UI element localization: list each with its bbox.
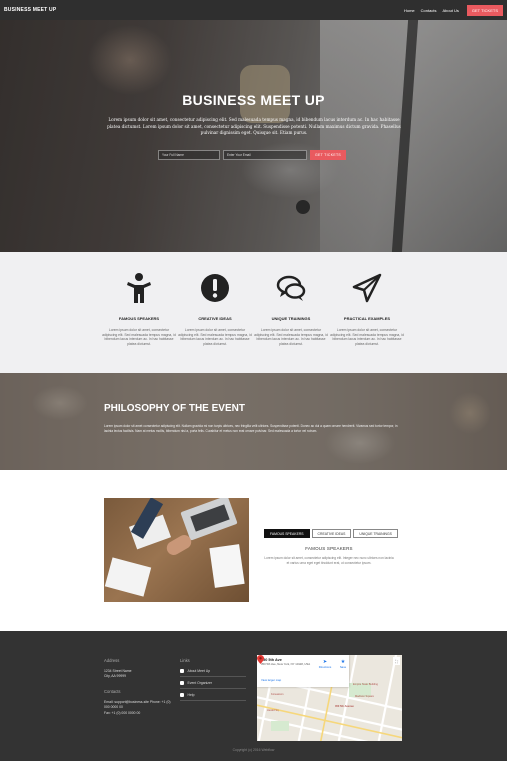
footer-link-help[interactable]: Help [180,690,246,701]
map-pin-icon [257,655,264,664]
email-input[interactable]: Enter Your Email [223,150,307,160]
feature-text: Lorem ipsum dolor sit amet, consectetur … [178,328,252,346]
photo-paper [209,544,245,588]
name-input[interactable]: Your Full Name [158,150,220,160]
map-info-card: 350 5th Ave 350 5th Ave, New York, NY 10… [257,655,349,687]
map-larger-link[interactable]: View larger map [261,678,281,682]
contacts-heading: Contacts [104,689,121,694]
chat-bubbles-icon [276,275,306,301]
square-bullet-icon [180,681,184,685]
map-label: Herald Sq [267,709,279,712]
feature-title: CREATIVE IDEAS [198,316,232,321]
footer-link-about[interactable]: About Meet Up [180,666,246,677]
footer: Address 1234 Street Name City, AA 99999 … [0,631,507,761]
feature-title: FAMOUS SPEAKERS [118,316,160,321]
photo-paper [104,557,152,597]
hero-signup-form: Your Full Name Enter Your Email GET TICK… [158,150,346,160]
hero-get-tickets-button[interactable]: GET TICKETS [310,150,346,160]
nav-link-home[interactable]: Home [404,8,415,13]
address-heading: Address [104,658,120,663]
tab-creative-ideas[interactable]: CREATIVE IDEAS [311,529,352,538]
address-line: City, AA 99999 [104,674,126,678]
hero-description: Lorem ipsum dolor sit amet, consectetur … [107,117,401,136]
paper-plane-icon [352,273,382,303]
features-section: FAMOUS SPEAKERS Lorem ipsum dolor sit am… [0,252,507,373]
hero-content: BUSINESS MEET UP Lorem ipsum dolor sit a… [0,20,507,252]
person-icon [127,273,151,303]
copyright-text: Copyright (c) 2016 Webflow [232,748,275,752]
square-bullet-icon [180,669,184,673]
tab-panel-text: Lorem ipsum dolor sit amet, consectetur … [264,556,394,565]
tab-list: FAMOUS SPEAKERS CREATIVE IDEAS UNIQUE TR… [264,529,398,538]
contact-line: Fax: +1 (0) 000 0000 00 [104,711,141,715]
philosophy-text: Lorem ipsum dolor sit amet consectetur a… [104,424,398,433]
feature-title: PRACTICAL EXAMPLES [343,316,391,321]
hero-title: BUSINESS MEET UP [182,92,325,108]
map-label: 350 5th Avenue [335,705,354,708]
links-heading: Links [180,658,190,663]
top-nav: BUSINESS MEET UP Home Contacts About Us … [0,0,507,20]
contact-line: Email: support@business-site Phone: +1 (… [104,700,171,709]
hero-section: BUSINESS MEET UP Lorem ipsum dolor sit a… [0,20,507,252]
footer-link-label: Help [187,693,195,697]
map-directions-button[interactable]: ➤ Directions [315,659,335,669]
map-label: Koreatown [271,693,284,696]
brand-logo[interactable]: BUSINESS MEET UP [4,7,56,13]
map-action-label: Directions [318,665,332,669]
meeting-photo [104,498,249,602]
nav-link-about[interactable]: About Us [442,8,458,13]
feature-title: UNIQUE TRAININGS [271,316,311,321]
map-fullscreen-icon[interactable]: ⛶ [393,657,400,665]
philosophy-section: PHILOSOPHY OF THE EVENT Lorem ipsum dolo… [0,373,507,470]
footer-link-organizer[interactable]: Event Organizer [180,678,246,689]
philosophy-overlay [0,373,507,470]
feature-text: Lorem ipsum dolor sit amet, consectetur … [330,328,404,346]
map-label: Madison Square [355,695,374,698]
footer-link-label: About Meet Up [187,669,211,673]
map-label: Empire State Building [353,683,378,686]
tab-famous-speakers[interactable]: FAMOUS SPEAKERS [264,529,310,538]
footer-link-label: Event Organizer [187,681,213,685]
nav-link-contacts[interactable]: Contacts [421,8,437,13]
tab-panel-title: FAMOUS SPEAKERS [305,546,353,551]
feature-text: Lorem ipsum dolor sit amet, consectetur … [254,328,328,346]
tab-unique-trainings[interactable]: UNIQUE TRAININGS [353,529,398,538]
square-bullet-icon [180,693,184,697]
map-action-label: Save [339,665,347,669]
nav-links: Home Contacts About Us GET TICKETS [404,4,503,16]
philosophy-title: PHILOSOPHY OF THE EVENT [104,403,245,414]
map-save-button[interactable]: ★ Save [333,659,353,669]
tabs-section: FAMOUS SPEAKERS CREATIVE IDEAS UNIQUE TR… [0,470,507,631]
nav-get-tickets-button[interactable]: GET TICKETS [466,4,503,16]
map-place-address: 350 5th Ave, New York, NY 10118, USA [261,662,311,666]
embedded-map[interactable]: 350 5th Ave 350 5th Ave, New York, NY 10… [257,655,402,741]
exclamation-icon [201,274,229,302]
feature-text: Lorem ipsum dolor sit amet, consectetur … [102,328,176,346]
